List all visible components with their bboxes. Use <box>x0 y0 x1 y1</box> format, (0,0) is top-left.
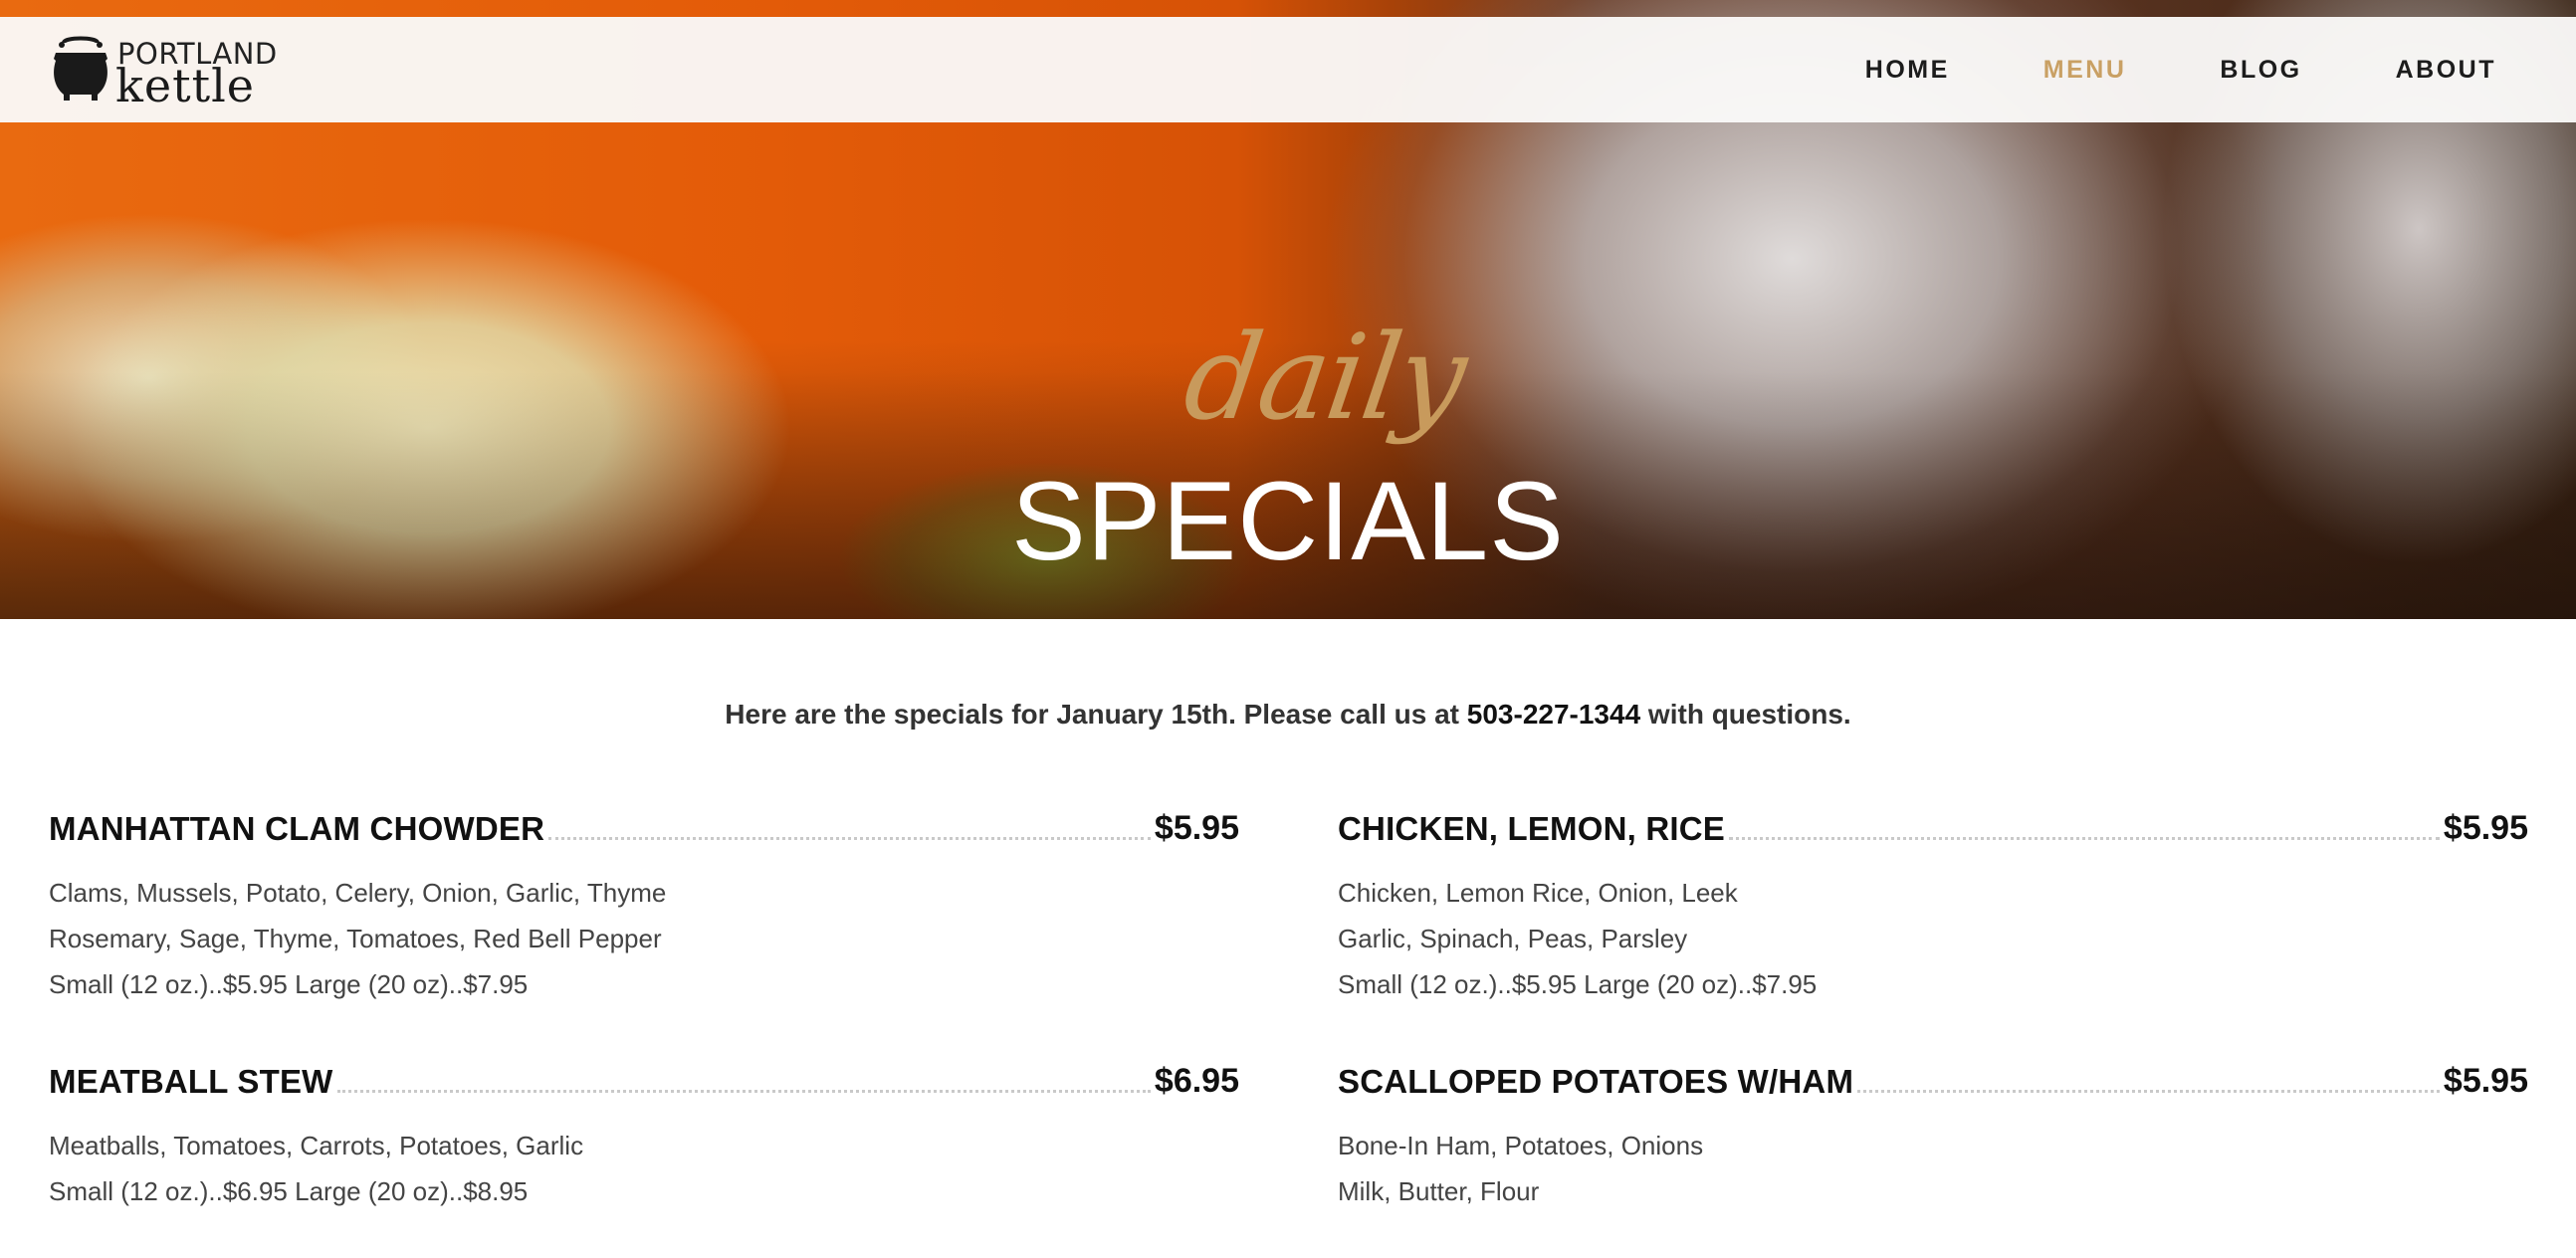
intro-text-end: with questions. <box>1640 699 1851 730</box>
menu-item-description: Meatballs, Tomatoes, Carrots, Potatoes, … <box>49 1123 1239 1214</box>
dotted-leader <box>1729 837 2440 840</box>
ingredient-line: Garlic, Spinach, Peas, Parsley <box>1338 924 1688 953</box>
specials-intro: Here are the specials for January 15th. … <box>0 699 2576 731</box>
menu-item-price: $5.95 <box>2443 809 2528 847</box>
menu-item-description: Chicken, Lemon Rice, Onion, Leek Garlic,… <box>1338 870 2528 1007</box>
menu-item: CHICKEN, LEMON, RICE $5.95 Chicken, Lemo… <box>1338 800 2528 1007</box>
site-logo[interactable]: PORTLAND kettle <box>50 25 277 114</box>
menu-item-name: CHICKEN, LEMON, RICE <box>1338 810 1726 847</box>
size-price-line: Small (12 oz.)..$6.95 Large (20 oz)..$8.… <box>49 1176 529 1206</box>
menu-item-header: MEATBALL STEW $6.95 <box>49 1053 1239 1101</box>
top-navbar: PORTLAND kettle HOME MENU BLOG ABOUT <box>0 17 2576 122</box>
intro-text-start: Here are the specials for January 15th. … <box>725 699 1467 730</box>
menu-item: SCALLOPED POTATOES W/HAM $5.95 Bone-In H… <box>1338 1053 2528 1214</box>
ingredient-line: Rosemary, Sage, Thyme, Tomatoes, Red Bel… <box>49 924 662 953</box>
size-price-line: Small (12 oz.)..$5.95 Large (20 oz)..$7.… <box>1338 969 1818 999</box>
ingredient-line: Milk, Butter, Flour <box>1338 1176 1540 1206</box>
menu-item-price: $5.95 <box>1154 809 1239 847</box>
menu-item-description: Bone-In Ham, Potatoes, Onions Milk, Butt… <box>1338 1123 2528 1214</box>
menu-item-header: MANHATTAN CLAM CHOWDER $5.95 <box>49 800 1239 848</box>
menu-item: MEATBALL STEW $6.95 Meatballs, Tomatoes,… <box>49 1053 1239 1214</box>
nav-menu[interactable]: MENU <box>2043 56 2127 85</box>
menu-item-header: CHICKEN, LEMON, RICE $5.95 <box>1338 800 2528 848</box>
dotted-leader <box>548 837 1151 840</box>
dotted-leader <box>1857 1090 2440 1093</box>
nav-home[interactable]: HOME <box>1865 56 1950 85</box>
menu-item-header: SCALLOPED POTATOES W/HAM $5.95 <box>1338 1053 2528 1101</box>
hero-script-word: daily <box>1177 309 1473 446</box>
logo-text-kettle: kettle <box>115 59 256 112</box>
menu-item-price: $5.95 <box>2443 1062 2528 1100</box>
page-title: SPECIALS <box>1011 459 1565 583</box>
ingredient-line: Clams, Mussels, Potato, Celery, Onion, G… <box>49 878 667 908</box>
ingredient-line: Bone-In Ham, Potatoes, Onions <box>1338 1131 1704 1160</box>
menu-item-price: $6.95 <box>1154 1062 1239 1100</box>
ingredient-line: Meatballs, Tomatoes, Carrots, Potatoes, … <box>49 1131 584 1160</box>
ingredient-line: Chicken, Lemon Rice, Onion, Leek <box>1338 878 1738 908</box>
size-price-line: Small (12 oz.)..$5.95 Large (20 oz)..$7.… <box>49 969 529 999</box>
menu-item-name: MEATBALL STEW <box>49 1063 333 1100</box>
nav-blog[interactable]: BLOG <box>2220 56 2301 85</box>
main-nav: HOME MENU BLOG ABOUT <box>1772 17 2496 122</box>
phone-number[interactable]: 503-227-1344 <box>1467 699 1640 730</box>
kettle-pot-icon <box>54 36 107 101</box>
menu-item-name: SCALLOPED POTATOES W/HAM <box>1338 1063 1854 1100</box>
menu-item-description: Clams, Mussels, Potato, Celery, Onion, G… <box>49 870 1239 1007</box>
nav-about[interactable]: ABOUT <box>2396 56 2496 85</box>
menu-item: MANHATTAN CLAM CHOWDER $5.95 Clams, Muss… <box>49 800 1239 1007</box>
menu-item-name: MANHATTAN CLAM CHOWDER <box>49 810 545 847</box>
dotted-leader <box>336 1090 1151 1093</box>
